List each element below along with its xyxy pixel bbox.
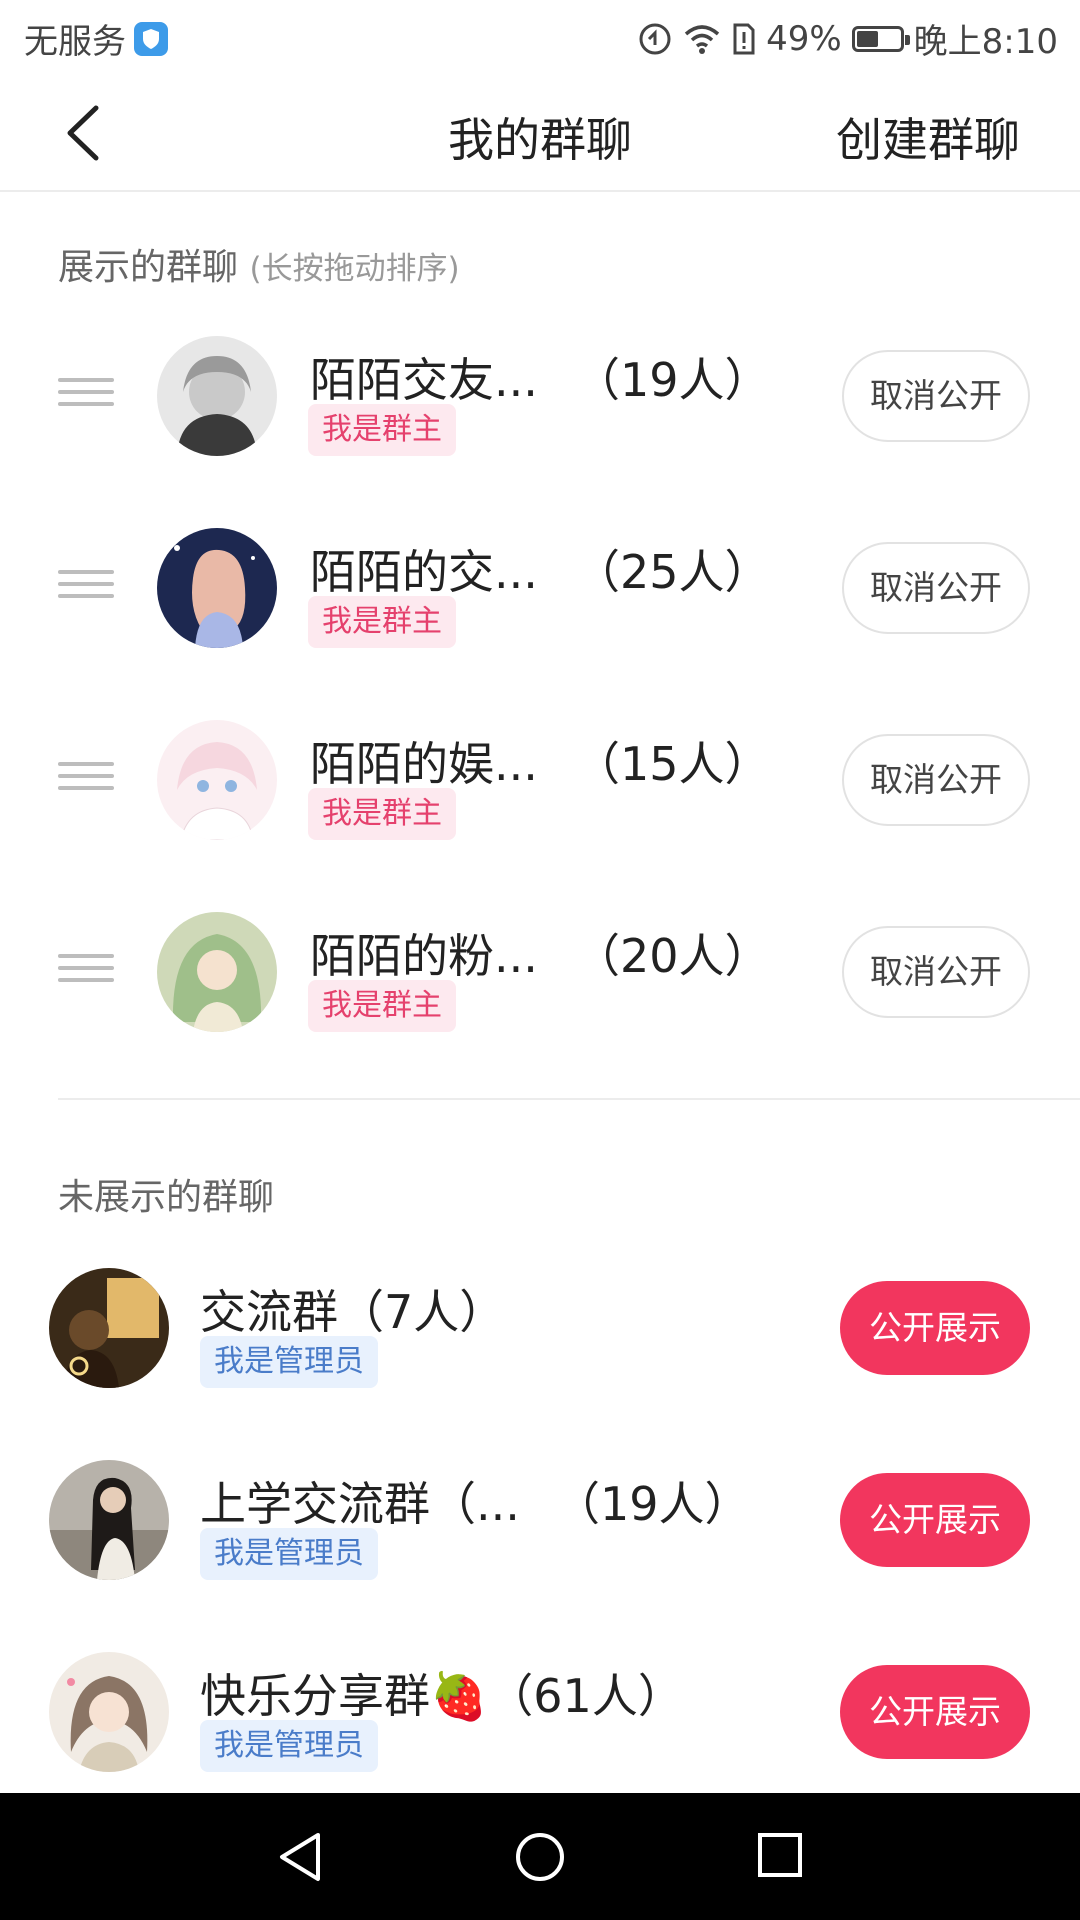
group-avatar xyxy=(49,1460,169,1580)
create-group-button[interactable]: 创建群聊 xyxy=(836,104,1020,170)
group-name: 陌陌的娱... xyxy=(310,737,538,791)
sim-alert-icon xyxy=(733,23,755,54)
member-count: （7人） xyxy=(338,1285,506,1339)
group-name: 陌陌的交... xyxy=(310,545,538,599)
nav-bar: 我的群聊 创建群聊 xyxy=(0,76,1080,192)
battery-percent: 49% xyxy=(766,18,842,59)
group-name: 上学交流群（... xyxy=(200,1477,520,1531)
admin-badge: 我是管理员 xyxy=(200,1720,378,1772)
unpublish-button[interactable]: 取消公开 xyxy=(842,926,1030,1018)
hidden-section-title: 未展示的群聊 xyxy=(58,1177,275,1218)
admin-badge: 我是管理员 xyxy=(200,1528,378,1580)
group-avatar xyxy=(157,912,277,1032)
unpublish-button[interactable]: 取消公开 xyxy=(842,542,1030,634)
battery-cap xyxy=(904,34,910,45)
battery-icon xyxy=(851,25,910,52)
hidden-group-row[interactable]: 上学交流群（... （19人） 我是管理员 公开展示 xyxy=(0,1424,1080,1616)
section-hint: (长按拖动排序) xyxy=(249,251,460,287)
shown-group-row[interactable]: 陌陌的粉... （20人） 我是群主 取消公开 xyxy=(0,876,1080,1068)
hidden-group-row[interactable]: 交流群 （7人） 我是管理员 公开展示 xyxy=(0,1232,1080,1424)
section-divider xyxy=(58,1098,1080,1100)
system-nav-bar xyxy=(0,1793,1080,1920)
unpublish-button[interactable]: 取消公开 xyxy=(842,350,1030,442)
owner-badge: 我是群主 xyxy=(308,788,456,840)
publish-button[interactable]: 公开展示 xyxy=(840,1473,1030,1567)
shown-group-row[interactable]: 陌陌交友... （19人） 我是群主 取消公开 xyxy=(0,300,1080,492)
group-avatar xyxy=(49,1268,169,1388)
section-title-text: 展示的群聊 xyxy=(58,247,239,288)
member-count: （25人） xyxy=(574,545,771,599)
member-count: （19人） xyxy=(554,1477,751,1531)
shown-group-row[interactable]: 陌陌的娱... （15人） 我是群主 取消公开 xyxy=(0,684,1080,876)
member-count: （20人） xyxy=(574,929,771,983)
wifi-icon xyxy=(684,24,720,54)
group-name: 陌陌交友... xyxy=(310,353,538,407)
drag-handle-icon[interactable] xyxy=(58,762,114,798)
group-name: 交流群 xyxy=(200,1285,338,1339)
clock-text: 晚上8:10 xyxy=(913,22,1058,62)
shield-icon xyxy=(134,21,168,56)
owner-badge: 我是群主 xyxy=(308,404,456,456)
group-name-with-count: 交流群 （7人） xyxy=(200,1276,505,1342)
hidden-group-row[interactable]: 快乐分享群🍓 （61人） 我是管理员 公开展示 xyxy=(0,1616,1080,1808)
publish-button[interactable]: 公开展示 xyxy=(840,1281,1030,1375)
carrier-text: 无服务 xyxy=(24,22,126,62)
owner-badge: 我是群主 xyxy=(308,980,456,1032)
group-name: 快乐分享群🍓 xyxy=(200,1669,488,1723)
battery-level xyxy=(856,30,878,47)
shown-section-title: 展示的群聊 (长按拖动排序) xyxy=(58,238,460,290)
shown-group-row[interactable]: 陌陌的交... （25人） 我是群主 取消公开 xyxy=(0,492,1080,684)
status-left: 无服务 xyxy=(24,14,168,63)
member-count: （15人） xyxy=(574,737,771,791)
group-avatar xyxy=(157,528,277,648)
drag-handle-icon[interactable] xyxy=(58,954,114,990)
status-bar: 无服务 49% 晚上8:10 xyxy=(0,0,1080,76)
publish-button[interactable]: 公开展示 xyxy=(840,1665,1030,1759)
owner-badge: 我是群主 xyxy=(308,596,456,648)
drag-handle-icon[interactable] xyxy=(58,570,114,606)
unpublish-button[interactable]: 取消公开 xyxy=(842,734,1030,826)
admin-badge: 我是管理员 xyxy=(200,1336,378,1388)
member-count: （19人） xyxy=(574,353,771,407)
group-avatar xyxy=(49,1652,169,1772)
nav-home-icon[interactable] xyxy=(514,1831,566,1883)
nav-back-icon[interactable] xyxy=(274,1831,326,1883)
data-saver-icon xyxy=(639,23,671,54)
group-name: 陌陌的粉... xyxy=(310,929,538,983)
status-right: 49% 晚上8:10 xyxy=(638,14,1058,63)
drag-handle-icon[interactable] xyxy=(58,378,114,414)
group-avatar xyxy=(157,720,277,840)
group-avatar xyxy=(157,336,277,456)
group-name-with-count: 快乐分享群🍓 （61人） xyxy=(200,1660,684,1726)
nav-recents-icon[interactable] xyxy=(756,1831,804,1879)
member-count: （61人） xyxy=(487,1669,684,1723)
